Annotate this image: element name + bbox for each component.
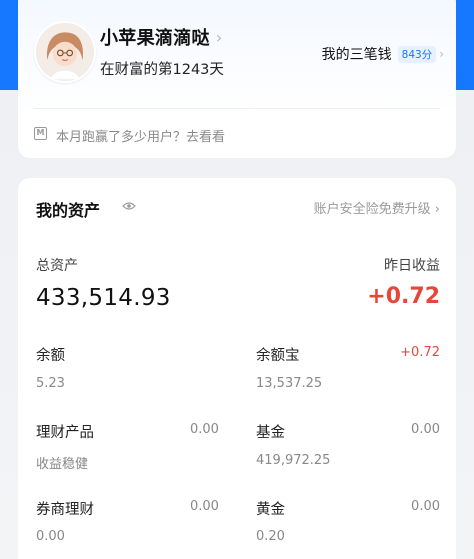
sanbi-label: 我的三笔钱 bbox=[321, 47, 392, 63]
profile-card: 小苹果滴滴哒 › 在财富的第1243天 我的三笔钱 843分 › M 本月跑赢了… bbox=[18, 0, 456, 158]
assets-title: 我的资产 bbox=[36, 201, 101, 220]
gold-label[interactable]: 黄金 bbox=[256, 498, 285, 519]
gold-value: 0.20 bbox=[256, 529, 285, 544]
days-text: 在财富的第1243天 bbox=[100, 62, 224, 78]
assets-card: 我的资产 账户安全险免费升级 › 总资产 昨日收益 433,514.93 +0.… bbox=[18, 178, 456, 559]
chevron-right-icon: › bbox=[215, 27, 223, 47]
broker-wealth-change: 0.00 bbox=[190, 499, 219, 514]
sanbi-entry[interactable]: 我的三笔钱 843分 › bbox=[322, 44, 444, 64]
upgrade-label: 账户安全险免费升级 bbox=[313, 202, 431, 217]
avatar-illustration bbox=[36, 23, 94, 81]
fund-label[interactable]: 基金 bbox=[256, 421, 285, 442]
balance-value: 5.23 bbox=[36, 376, 65, 391]
broker-wealth-label[interactable]: 券商理财 bbox=[36, 498, 94, 519]
yesterday-income-label: 昨日收益 bbox=[384, 258, 440, 274]
total-assets-value: 433,514.93 bbox=[36, 285, 171, 311]
balance-label[interactable]: 余额 bbox=[36, 344, 65, 365]
total-assets-label: 总资产 bbox=[36, 258, 78, 274]
yuebao-change: +0.72 bbox=[400, 345, 440, 360]
profile-name-row[interactable]: 小苹果滴滴哒 › bbox=[100, 24, 222, 50]
upgrade-link[interactable]: 账户安全险免费升级 › bbox=[314, 198, 440, 217]
eye-icon[interactable] bbox=[122, 201, 136, 211]
yuebao-label[interactable]: 余额宝 bbox=[256, 344, 300, 365]
divider bbox=[34, 108, 440, 109]
promo-link[interactable]: 本月跑赢了多少用户？去看看 bbox=[56, 126, 225, 145]
chevron-right-icon: › bbox=[434, 202, 440, 217]
wealth-products-label[interactable]: 理财产品 bbox=[36, 421, 94, 442]
gold-change: 0.00 bbox=[411, 499, 440, 514]
avatar[interactable] bbox=[34, 21, 96, 83]
wealth-products-change: 0.00 bbox=[190, 422, 219, 437]
chevron-right-icon: › bbox=[439, 47, 444, 61]
fund-value: 419,972.25 bbox=[256, 453, 331, 468]
wealth-products-subtext: 收益稳健 bbox=[36, 457, 89, 472]
m-icon: M bbox=[34, 127, 47, 140]
broker-wealth-value: 0.00 bbox=[36, 529, 65, 544]
yesterday-income-value: +0.72 bbox=[367, 284, 440, 309]
sanbi-score-badge: 843分 bbox=[397, 45, 437, 63]
yuebao-value: 13,537.25 bbox=[256, 376, 323, 391]
profile-name: 小苹果滴滴哒 bbox=[100, 28, 210, 49]
fund-change: 0.00 bbox=[411, 422, 440, 437]
